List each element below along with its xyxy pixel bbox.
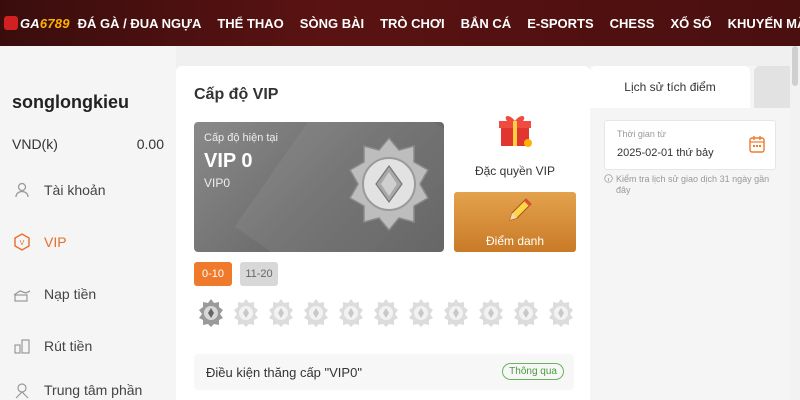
medal-icon[interactable]: [373, 298, 399, 328]
currency-label: VND(k): [12, 136, 58, 152]
current-vip-card: Cấp độ hiện tại VIP 0 VIP0: [194, 122, 444, 252]
medal-icon[interactable]: [478, 298, 504, 328]
balance-row: VND(k) 0.00: [12, 136, 164, 152]
medal-icon[interactable]: [198, 298, 224, 328]
vip-range-tabs: 0-10 11-20: [194, 262, 286, 286]
points-history-panel: Lịch sử tích điểm Thời gian từ 2025-02-0…: [590, 66, 800, 400]
sidebar-item-label: VIP: [44, 234, 67, 250]
vip-card-subtitle: Cấp độ hiện tại: [204, 132, 278, 144]
scrollbar-thumb[interactable]: [792, 46, 798, 86]
username: songlongkieu: [12, 92, 129, 112]
brand-logo[interactable]: GA6789: [4, 16, 70, 31]
history-note-text: Kiểm tra lịch sử giao dịch 31 ngày gần đ…: [616, 174, 770, 195]
deposit-icon: [12, 284, 32, 304]
sidebar-item-label: Tài khoản: [44, 182, 106, 198]
sidebar-item-account[interactable]: Tài khoản: [12, 180, 105, 200]
vip-privilege-label: Đặc quyền VIP: [474, 164, 556, 178]
sidebar-item-deposit[interactable]: Nạp tiền: [12, 284, 96, 304]
gift-icon: [499, 116, 532, 147]
user-icon: [12, 180, 32, 200]
upgrade-condition-text: Điều kiện thăng cấp "VIP0": [206, 365, 362, 380]
nav-item-games[interactable]: Trò chơi: [372, 16, 453, 31]
vip-card-level: VIP 0: [204, 150, 253, 172]
page-title: Cấp độ VIP: [194, 86, 279, 103]
nav-item-esports[interactable]: E-Sports: [519, 16, 601, 31]
withdraw-icon: [12, 336, 32, 356]
vip-icon: V: [12, 232, 32, 252]
nav-item-lottery[interactable]: Xổ số: [662, 16, 719, 31]
tab-range-11-20[interactable]: 11-20: [240, 262, 278, 286]
nav-item-promotions[interactable]: Khuyến mãi: [720, 16, 800, 31]
date-from-label: Thời gian từ: [617, 129, 666, 139]
logo-prefix: GA: [20, 15, 40, 31]
center-icon: [12, 380, 32, 400]
pencil-icon: [509, 198, 532, 221]
nav-item-sports[interactable]: Thể thao: [209, 16, 291, 31]
medal-icon[interactable]: [548, 298, 574, 328]
medal-icon[interactable]: [338, 298, 364, 328]
medal-icon[interactable]: [268, 298, 294, 328]
top-navbar: GA6789 Đá gà / đua ngựa Thể thao Sòng bà…: [0, 0, 800, 46]
date-from-value: 2025-02-01 thứ bảy: [617, 147, 714, 159]
medal-icon[interactable]: [303, 298, 329, 328]
balance-value: 0.00: [136, 136, 164, 152]
main-nav: Đá gà / đua ngựa Thể thao Sòng bài Trò c…: [70, 16, 800, 31]
checkin-button[interactable]: Điểm danh: [454, 192, 576, 252]
nav-item-chess[interactable]: Chess: [602, 16, 663, 31]
upgrade-condition-row: Điều kiện thăng cấp "VIP0" Thông qua: [194, 354, 574, 390]
medal-icon[interactable]: [443, 298, 469, 328]
page-scrollbar[interactable]: [790, 46, 800, 400]
medal-icon[interactable]: [233, 298, 259, 328]
tab-points-history[interactable]: Lịch sử tích điểm: [590, 66, 750, 108]
vip-level-medals: [198, 298, 583, 328]
sidebar-item-withdraw[interactable]: Rút tiền: [12, 336, 92, 356]
logo-suffix: 6789: [39, 15, 70, 31]
nav-item-cockfight[interactable]: Đá gà / đua ngựa: [70, 16, 210, 31]
vip-medal-icon: [344, 136, 434, 245]
medal-icon[interactable]: [513, 298, 539, 328]
sidebar-item-label: Nạp tiền: [44, 286, 97, 302]
history-note: Kiểm tra lịch sử giao dịch 31 ngày gần đ…: [604, 174, 776, 196]
vip-panel: Cấp độ VIP Cấp độ hiện tại VIP 0 VIP0 Đặ…: [176, 66, 590, 400]
sidebar-item-label: Rút tiền: [44, 338, 93, 354]
vip-card-code: VIP0: [204, 176, 231, 190]
svg-text:V: V: [20, 240, 25, 247]
sidebar-item-label: Trung tâm phần: [44, 382, 143, 398]
tab-range-0-10[interactable]: 0-10: [194, 262, 232, 286]
vip-privilege-button[interactable]: Đặc quyền VIP: [454, 106, 576, 186]
sidebar-item-center[interactable]: Trung tâm phần: [12, 380, 142, 400]
checkin-label: Điểm danh: [485, 234, 545, 248]
calendar-icon[interactable]: [749, 135, 765, 153]
nav-item-casino[interactable]: Sòng bài: [292, 16, 372, 31]
date-from-picker[interactable]: Thời gian từ 2025-02-01 thứ bảy: [604, 120, 776, 170]
info-icon: [604, 174, 613, 196]
status-badge: Thông qua: [502, 363, 564, 380]
medal-icon[interactable]: [408, 298, 434, 328]
sidebar-item-vip[interactable]: V VIP: [12, 232, 67, 252]
rooster-icon: [4, 16, 18, 30]
nav-item-fishing[interactable]: Bắn cá: [453, 16, 520, 31]
